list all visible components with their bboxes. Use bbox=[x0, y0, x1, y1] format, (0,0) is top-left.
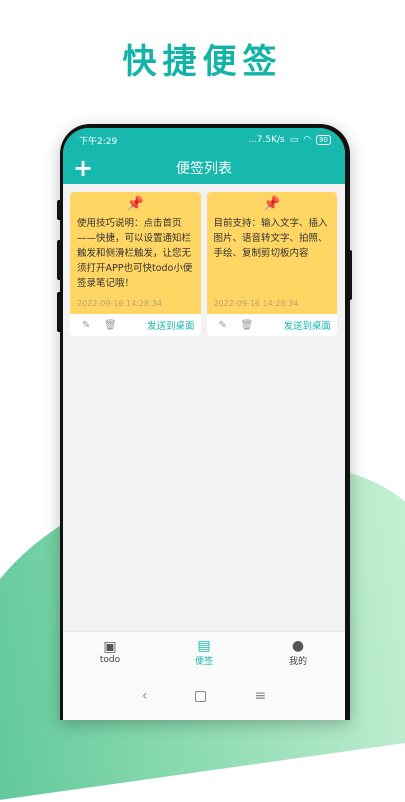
nav-label: 便签 bbox=[194, 656, 213, 667]
side-button-left-mid bbox=[57, 240, 62, 280]
note-text: 使用技巧说明：点击首页——快捷，可以设置通知栏触发和侧滑栏触发，让您无须打开AP… bbox=[77, 218, 193, 289]
send-to-desktop-button[interactable]: 发送到桌面 bbox=[283, 318, 331, 332]
edit-icon[interactable]: ✎ bbox=[219, 320, 241, 331]
note-card[interactable]: 📌 目前支持：输入文字、插入图片、语音转文字、拍照、手绘、复制剪切板内容 202… bbox=[206, 192, 338, 336]
battery-icon: 90 bbox=[316, 135, 331, 145]
user-icon: ● bbox=[291, 637, 305, 654]
nav-item-mine[interactable]: ● 我的 bbox=[251, 632, 345, 672]
side-button-left-top bbox=[57, 200, 62, 220]
nav-label: 我的 bbox=[288, 656, 307, 667]
bottom-nav: ▣ todo ▤ 便签 ● 我的 bbox=[63, 631, 345, 672]
app-screen: 下午2:29 ...7.5K/s ▭ ◠ 90 + 便签列表 📌 使用技巧说明：… bbox=[63, 128, 345, 720]
app-bar: + 便签列表 bbox=[63, 152, 345, 184]
status-net-speed: ...7.5K/s bbox=[248, 135, 285, 145]
pin-icon[interactable]: 📌 bbox=[214, 192, 331, 216]
note-card[interactable]: 📌 使用技巧说明：点击首页——快捷，可以设置通知栏触发和侧滑栏触发，让您无须打开… bbox=[70, 192, 201, 336]
status-bar: 下午2:29 ...7.5K/s ▭ ◠ 90 bbox=[63, 128, 345, 152]
trash-icon[interactable]: 🗑 bbox=[104, 320, 126, 331]
note-date: 2022-09-16 14:28:34 bbox=[213, 299, 299, 308]
note-body[interactable]: 📌 使用技巧说明：点击首页——快捷，可以设置通知栏触发和侧滑栏触发，让您无须打开… bbox=[70, 192, 201, 314]
note-text: 目前支持：输入文字、插入图片、语音转文字、拍照、手绘、复制剪切板内容 bbox=[213, 218, 328, 259]
note-actions: ✎ 🗑 发送到桌面 bbox=[70, 314, 201, 336]
note-body[interactable]: 📌 目前支持：输入文字、插入图片、语音转文字、拍照、手绘、复制剪切板内容 202… bbox=[206, 192, 337, 314]
nav-item-notes[interactable]: ▤ 便签 bbox=[157, 632, 251, 672]
home-icon[interactable] bbox=[195, 690, 207, 702]
add-note-button[interactable]: + bbox=[73, 153, 93, 183]
menu-icon[interactable]: ≡ bbox=[254, 688, 266, 704]
side-button-right bbox=[347, 250, 352, 300]
nav-item-todo[interactable]: ▣ todo bbox=[63, 632, 157, 672]
back-icon[interactable]: ‹ bbox=[142, 688, 148, 704]
note-actions: ✎ 🗑 发送到桌面 bbox=[207, 314, 338, 336]
trash-icon[interactable]: 🗑 bbox=[241, 320, 263, 331]
side-button-left-low bbox=[57, 292, 62, 332]
wifi-icon: ◠ bbox=[303, 135, 312, 145]
system-nav-bar: ‹ ≡ bbox=[63, 672, 345, 720]
edit-icon[interactable]: ✎ bbox=[82, 320, 104, 331]
page-headline: 快捷便签 bbox=[122, 42, 283, 82]
nav-label: todo bbox=[99, 655, 121, 665]
send-to-desktop-button[interactable]: 发送到桌面 bbox=[147, 318, 195, 332]
clipboard-check-icon: ▣ bbox=[103, 639, 117, 655]
note-list: 📌 使用技巧说明：点击首页——快捷，可以设置通知栏触发和侧滑栏触发，让您无须打开… bbox=[63, 184, 345, 336]
note-icon: ▤ bbox=[197, 637, 211, 654]
page-title: 便签列表 bbox=[176, 161, 232, 177]
status-time: 下午2:29 bbox=[79, 136, 118, 147]
note-date: 2022-09-16 14:28:34 bbox=[77, 299, 162, 308]
pin-icon[interactable]: 📌 bbox=[77, 192, 194, 216]
sim-icon: ▭ bbox=[289, 135, 299, 145]
